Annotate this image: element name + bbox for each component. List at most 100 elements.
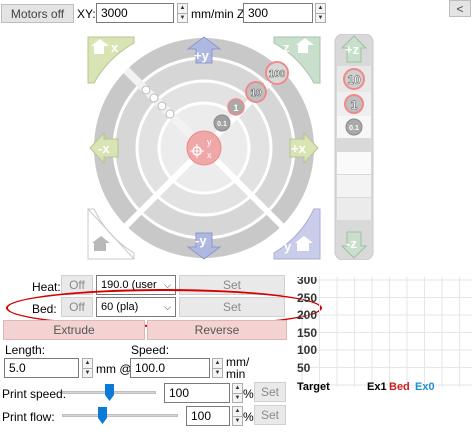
step-100-label: 100 [269,69,286,80]
graph-y-tick: 150 [297,325,318,340]
xy-jog-control[interactable]: x z y +y -y -x +x 100 10 1 0.1 y x [84,33,324,263]
xy-feedrate-input[interactable]: 3000 [96,3,174,23]
slider-thumb[interactable] [105,384,114,401]
xy-feed-label: XY: [77,7,96,21]
spin-up-icon[interactable]: ▲ [213,359,222,368]
spin-down-icon[interactable]: ▼ [233,415,242,426]
graph-y-tick: 250 [297,290,318,305]
graph-y-tick: 100 [297,343,318,357]
speed-value: 100.0 [135,361,166,375]
spin-up-icon[interactable]: ▲ [83,359,92,368]
xy-feedrate-spinner[interactable]: ▲ ▼ [177,3,188,23]
collapse-label: < [456,1,464,16]
graph-legend-item: Target [297,381,330,393]
home-icon-body [298,45,308,53]
length-input[interactable]: 5.0 [4,358,79,378]
center-y-label: y [207,137,212,147]
print-speed-slider[interactable] [62,382,156,404]
reverse-label: Reverse [194,323,240,337]
spin-up-icon[interactable]: ▲ [178,4,187,13]
home-z-label: z [283,40,290,55]
spin-down-icon[interactable]: ▼ [178,12,187,23]
spin-down-icon[interactable]: ▼ [316,12,325,23]
mm-at-label: mm @ [96,362,132,376]
home-y-label: y [284,239,292,254]
spin-down-icon[interactable]: ▼ [83,367,92,378]
length-spinner[interactable]: ▲ ▼ [82,358,93,378]
extrude-label: Extrude [53,323,95,337]
z-feedrate-spinner[interactable]: ▲ ▼ [315,3,326,23]
graph-y-tick: 300 [297,277,318,287]
minus-z-label: -z [346,236,357,251]
heat-off-label: Off [69,278,85,292]
temperature-graph: 300 250 200 150 100 50 Target Ex1 Bed Ex0 [297,277,472,441]
z-jog-control[interactable]: +z 10 1 0.1 -z [334,34,374,260]
jog-path-dot [149,93,159,103]
step-0-1-label: 0.1 [217,121,227,128]
print-flow-set-label: Set [260,408,279,422]
z-step-minus-0-1-button[interactable] [337,152,371,174]
graph-legend-item: Ex1 [367,381,387,393]
xy-feedrate-value: 3000 [101,6,128,20]
spin-down-icon[interactable]: ▼ [233,392,242,403]
plus-z-label: +z [345,42,360,57]
minus-y-label: -y [195,233,207,248]
graph-legend: Target Ex1 Bed Ex0 [297,381,472,397]
z-step-minus-1-button[interactable] [337,175,371,197]
print-speed-set-button[interactable]: Set [254,382,286,402]
plus-x-label: +x [291,141,307,156]
minus-x-label: -x [98,141,110,156]
feed-units-label: mm/min Z: [191,7,248,21]
print-speed-value: 100 [169,386,190,400]
print-flow-slider[interactable] [62,405,178,427]
step-10-badge: 10 [245,81,267,103]
print-speed-set-label: Set [260,385,279,399]
jog-path-dot [141,85,151,95]
jog-path-dot [157,101,167,111]
print-speed-spinner[interactable]: ▲ ▼ [232,383,243,403]
graph-legend-item: Ex0 [415,381,435,393]
heat-label: Heat: [32,280,61,294]
step-1-badge: 1 [227,98,245,116]
print-flow-spinner[interactable]: ▲ ▼ [232,406,243,426]
z-step-0-1-label: 0.1 [349,125,359,132]
spin-down-icon[interactable]: ▼ [213,367,222,378]
home-x-label: x [111,40,119,55]
graph-y-ticks: 300 250 200 150 100 50 [297,277,327,441]
length-value: 5.0 [9,361,26,375]
length-label: Length: [5,343,46,357]
print-flow-value: 100 [191,409,212,423]
spin-up-icon[interactable]: ▲ [233,407,242,416]
print-flow-label: Print flow: [2,410,55,424]
print-speed-percent: % [243,387,254,401]
speed-units-label: mm/ min [226,355,250,381]
print-flow-input[interactable]: 100 [186,406,230,426]
z-step-minus-10-button[interactable] [337,198,371,220]
graph-y-tick: 200 [297,308,318,322]
spin-up-icon[interactable]: ▲ [233,384,242,393]
home-icon-body [297,243,309,251]
speed-input[interactable]: 100.0 [130,358,210,378]
extrude-button[interactable]: Extrude [3,320,145,340]
z-feedrate-input[interactable]: 300 [243,3,313,23]
speed-spinner[interactable]: ▲ ▼ [212,358,223,378]
jog-path-dot [165,109,175,119]
z-feedrate-value: 300 [248,6,269,20]
motors-off-button[interactable]: Motors off [1,4,74,23]
home-icon-body [94,46,104,54]
jog-center[interactable]: y x [186,130,222,166]
spin-up-icon[interactable]: ▲ [316,4,325,13]
center-x-label: x [207,150,212,160]
reverse-button[interactable]: Reverse [147,320,287,340]
print-speed-input[interactable]: 100 [164,383,230,403]
slider-thumb[interactable] [98,407,107,424]
print-speed-label: Print speed: [2,387,67,401]
graph-legend-item: Bed [389,381,410,393]
z-step-10-label: 10 [347,73,361,87]
collapse-button[interactable]: < [449,0,471,17]
graph-y-tick: 50 [297,360,311,375]
step-1-label: 1 [233,103,238,113]
step-10-label: 10 [250,88,262,99]
print-flow-set-button[interactable]: Set [254,405,286,425]
speed-label: Speed: [131,343,170,357]
